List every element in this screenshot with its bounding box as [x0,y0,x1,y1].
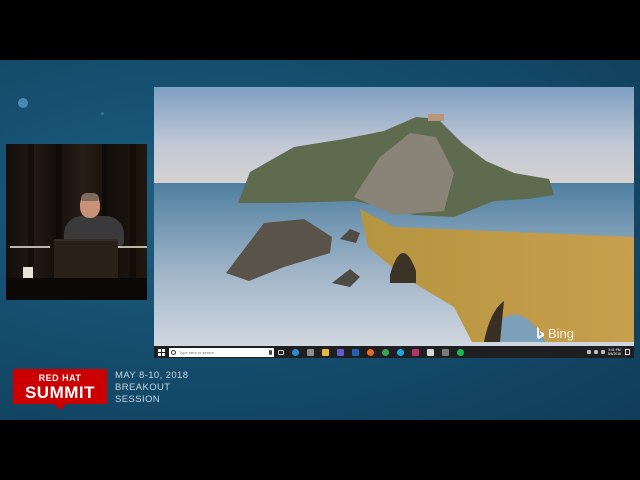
taskbar-search-input[interactable] [179,349,259,355]
logo-box: RED HAT SUMMIT [13,369,107,404]
hermitage [428,114,444,121]
presentation-stage: Bing Type here to search 3:41 PM 5/8/201… [0,60,640,420]
task-view-icon[interactable] [278,349,284,355]
taskbar-clock[interactable]: 3:41 PM 5/8/2018 [608,348,621,356]
event-type: BREAKOUT [115,382,171,393]
chrome-icon[interactable] [382,348,389,356]
store-icon[interactable] [307,348,314,356]
microphone-icon[interactable] [269,349,272,355]
teams-icon[interactable] [337,348,344,356]
bing-logo-icon [536,327,544,339]
logo-line2: SUMMIT [24,383,96,402]
firefox-icon[interactable] [367,348,374,356]
skype-icon[interactable] [397,348,404,356]
cortana-icon [171,349,176,355]
stage-rail [118,246,147,248]
clock-date: 5/8/2018 [607,352,621,356]
windows-desktop: Bing Type here to search 3:41 PM 5/8/201… [154,87,634,358]
system-tray: 3:41 PM 5/8/2018 [586,348,634,356]
decor-bubble [101,112,104,115]
stage-rail [10,246,50,248]
desktop-wallpaper [154,87,634,358]
taskbar-search-box[interactable] [169,347,274,357]
terminal-icon[interactable] [427,348,434,356]
slack-icon[interactable] [412,348,419,356]
decor-bubble [18,98,28,108]
speaker-video [6,144,147,300]
windows-logo-icon [157,348,165,356]
action-center-icon[interactable] [625,349,630,355]
red-hat-summit-logo: RED HAT SUMMIT [13,369,107,410]
stage-table [6,278,147,300]
volume-icon[interactable] [600,350,605,354]
bing-watermark: Bing [536,326,574,341]
bing-watermark-label: Bing [547,326,574,341]
outlook-icon[interactable] [352,348,359,356]
logo-line1: RED HAT [38,373,82,383]
event-info: MAY 8-10, 2018 BREAKOUT SESSION [115,370,188,406]
spotify-icon[interactable] [457,348,464,356]
file-explorer-icon[interactable] [322,348,329,356]
curtain-fold [130,144,136,300]
logo-pointer [54,404,66,410]
start-button[interactable] [154,346,168,358]
presenter-hair [81,193,99,201]
settings-app-icon[interactable] [442,348,449,356]
water-cup [23,267,33,278]
windows-taskbar: 3:41 PM 5/8/2018 [154,346,634,358]
taskbar-pinned-apps [278,348,472,356]
people-icon[interactable] [586,350,591,354]
edge-icon[interactable] [292,348,299,356]
event-session: SESSION [115,394,161,405]
network-icon[interactable] [593,350,598,354]
event-dates: MAY 8-10, 2018 [115,370,189,381]
